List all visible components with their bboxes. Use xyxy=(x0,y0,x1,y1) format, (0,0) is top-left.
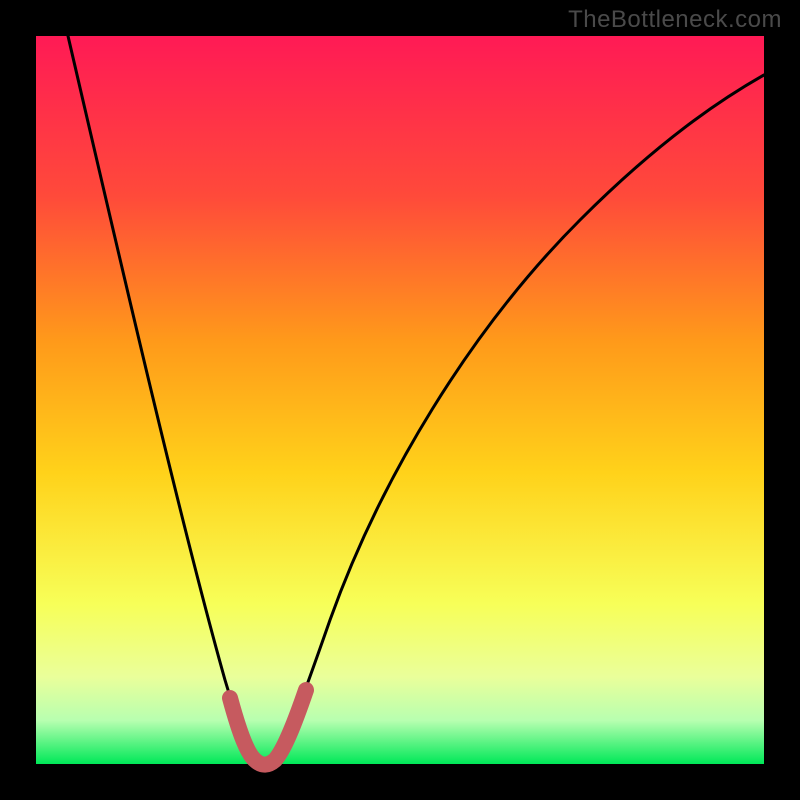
chart-stage: TheBottleneck.com xyxy=(0,0,800,800)
watermark-text: TheBottleneck.com xyxy=(568,6,782,34)
plot-background xyxy=(36,36,764,764)
bottleneck-chart xyxy=(0,0,800,800)
